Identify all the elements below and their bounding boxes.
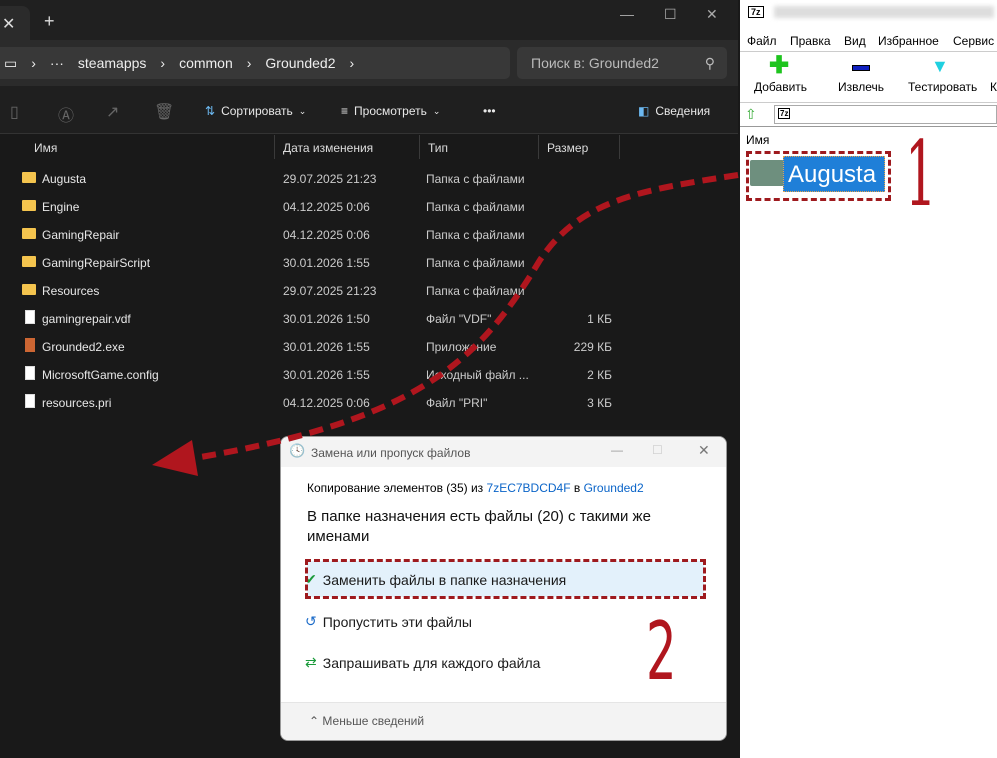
- annotation-arrow: [152, 172, 739, 476]
- dashed-arrow-path: [194, 172, 739, 461]
- arrowhead-icon: [152, 440, 198, 476]
